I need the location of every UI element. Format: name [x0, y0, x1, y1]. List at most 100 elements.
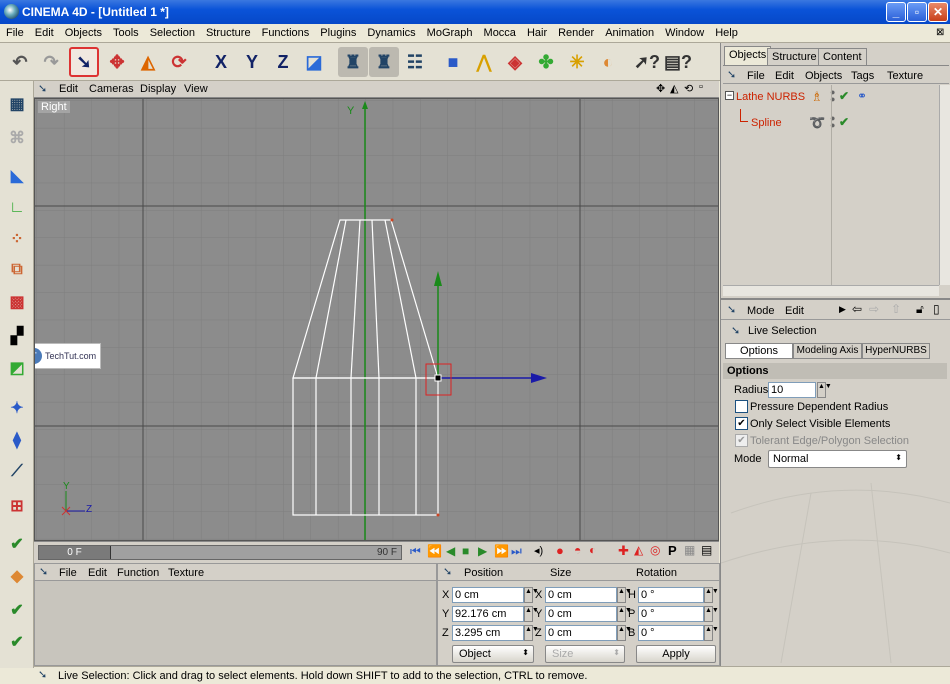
model-tool-icon[interactable]: ◣ [2, 161, 32, 191]
new-window-icon[interactable]: ▯ [933, 302, 940, 316]
tab-content[interactable]: Content [818, 48, 867, 65]
parameter-key-icon[interactable]: P [668, 543, 677, 558]
attribute-menu-edit[interactable]: Edit [785, 305, 804, 317]
object-name-spline[interactable]: Spline [751, 117, 782, 129]
object-tool-icon[interactable]: ⌘ [2, 123, 32, 153]
pos-z-stepper[interactable]: ▲▼ [524, 625, 539, 641]
menu-hair[interactable]: Hair [521, 24, 552, 43]
tab-structure[interactable]: Structure [767, 48, 822, 65]
record-icon[interactable]: ● [556, 543, 564, 558]
workplane-icon[interactable]: ⊞ [2, 491, 32, 521]
up-arrow-icon[interactable]: ⇧ [891, 302, 901, 316]
x-axis-lock-icon[interactable]: X [206, 47, 236, 77]
restore-layout-icon[interactable]: ⊠ [936, 27, 944, 38]
z-axis-lock-icon[interactable]: Z [268, 47, 298, 77]
object-list-scrollbar[interactable] [939, 85, 950, 285]
rotate-icon[interactable]: ⟳ [164, 47, 194, 77]
size-y-stepper[interactable]: ▲▼ [617, 606, 632, 622]
rot-p-field[interactable]: 0 ° [638, 606, 704, 622]
coord-size-mode-dropdown[interactable]: Size ⬍ [545, 645, 625, 663]
nurbs-icon[interactable]: ◈ [500, 47, 530, 77]
object-menu-objects[interactable]: Objects [805, 70, 842, 82]
rot-b-field[interactable]: 0 ° [638, 625, 704, 641]
live-selection-icon[interactable]: ➘ [69, 47, 99, 77]
goto-end-icon[interactable]: ⏭ [511, 544, 522, 559]
point-level-key-icon[interactable]: ▦ [684, 543, 695, 557]
menu-animation[interactable]: Animation [599, 24, 659, 43]
spline-pen-icon[interactable]: ⋀ [469, 47, 499, 77]
redo-icon[interactable]: ↷ [36, 47, 66, 77]
back-arrow-icon[interactable]: ⇦ [852, 302, 862, 316]
object-menu-tags[interactable]: Tags [851, 70, 874, 82]
undo-icon[interactable]: ↶ [5, 47, 35, 77]
forward-arrow-icon[interactable]: ⇨ [869, 302, 879, 316]
pressure-radius-checkbox[interactable] [735, 400, 748, 413]
collapse-toggle[interactable]: − [725, 91, 734, 100]
move-icon[interactable]: ✥ [102, 47, 132, 77]
tab-objects[interactable]: Objects [724, 46, 772, 65]
viewport[interactable]: Right Y Y Z T TechTut.com [34, 98, 719, 541]
stop-icon[interactable]: ■ [462, 544, 469, 558]
object-tag-icon[interactable]: ⚭ [857, 89, 867, 103]
render-view-icon[interactable]: ♜ [338, 47, 368, 77]
scale-key-icon[interactable]: ◭ [634, 543, 643, 557]
autokey-icon[interactable]: ◓ [574, 543, 581, 557]
bone-tool-icon[interactable]: ⧫ [2, 425, 32, 455]
rot-b-stepper[interactable]: ▲▼ [704, 625, 719, 641]
viewport-menu-view[interactable]: View [184, 83, 208, 95]
soft-selection-icon[interactable]: ✔ [2, 595, 32, 625]
enabled-check-icon[interactable]: ✔ [839, 115, 849, 129]
object-menu-file[interactable]: File [747, 70, 765, 82]
rot-p-stepper[interactable]: ▲▼ [704, 606, 719, 622]
menu-dynamics[interactable]: Dynamics [361, 24, 420, 43]
viewport-menu-display[interactable]: Display [140, 83, 176, 95]
enable-axis-icon[interactable]: ✔ [2, 529, 32, 559]
cube-primitive-icon[interactable]: ■ [438, 47, 468, 77]
size-z-field[interactable]: 0 cm [545, 625, 617, 641]
viewport-rotate-icon[interactable]: ⟲ [684, 82, 693, 95]
only-visible-checkbox[interactable]: ✔ [735, 417, 748, 430]
menu-plugins[interactable]: Plugins [314, 24, 361, 43]
inverse-kinematics-icon[interactable]: ⟋ [2, 457, 32, 487]
menu-tools[interactable]: Tools [107, 24, 144, 43]
tolerant-selection-checkbox[interactable]: ✔ [735, 434, 748, 447]
menu-window[interactable]: Window [659, 24, 709, 43]
material-list-area[interactable] [37, 583, 434, 663]
viewport-canvas[interactable] [35, 99, 719, 541]
mode-dropdown[interactable]: Normal ⬍ [768, 450, 907, 468]
radius-stepper[interactable]: ▲▼ [817, 382, 832, 398]
menu-objects[interactable]: Objects [59, 24, 107, 43]
material-menu-texture[interactable]: Texture [168, 567, 204, 579]
pos-y-stepper[interactable]: ▲▼ [524, 606, 539, 622]
menu-mograph[interactable]: MoGraph [421, 24, 478, 43]
sound-icon[interactable]: ◂) [534, 544, 543, 557]
viewport-toggle-icon[interactable]: ▫ [699, 81, 703, 93]
tab-options[interactable]: Options [725, 343, 793, 359]
goto-start-icon[interactable]: ⏮ [410, 544, 421, 559]
edges-tool-icon[interactable]: ⧉ [2, 255, 32, 285]
pos-y-field[interactable]: 92.176 cm [452, 606, 524, 622]
texture-tool-icon[interactable]: ▞ [2, 321, 32, 351]
menu-help[interactable]: Help [709, 24, 743, 43]
timeline-menu-icon[interactable]: ▤ [701, 543, 712, 557]
timeline-slider[interactable]: 0 F 90 F [38, 545, 402, 560]
use-camera-icon[interactable]: ▦ [2, 89, 32, 119]
material-menu-edit[interactable]: Edit [88, 567, 107, 579]
radius-field[interactable]: 10 [768, 382, 816, 398]
prev-key-icon[interactable]: ⏪ [427, 544, 442, 558]
axis-tool-icon[interactable]: ∟ [2, 193, 32, 223]
rot-h-field[interactable]: 0 ° [638, 587, 704, 603]
size-x-field[interactable]: 0 cm [545, 587, 617, 603]
object-menu-edit[interactable]: Edit [775, 70, 794, 82]
coordinate-system-icon[interactable]: ◪ [299, 47, 329, 77]
menu-edit[interactable]: Edit [29, 24, 59, 43]
scene-light-icon[interactable]: ◐ [593, 47, 623, 77]
help-pointer-icon[interactable]: ➚? [632, 47, 662, 77]
menu-render[interactable]: Render [552, 24, 599, 43]
tweak-mode-icon[interactable]: ◆ [2, 561, 32, 591]
viewport-move-icon[interactable]: ✥ [656, 82, 665, 95]
material-menu-function[interactable]: Function [117, 567, 159, 579]
deformer-icon[interactable]: ✳ [562, 47, 592, 77]
tab-modeling-axis[interactable]: Modeling Axis [793, 343, 862, 359]
texture-axis-icon[interactable]: ◩ [2, 353, 32, 383]
